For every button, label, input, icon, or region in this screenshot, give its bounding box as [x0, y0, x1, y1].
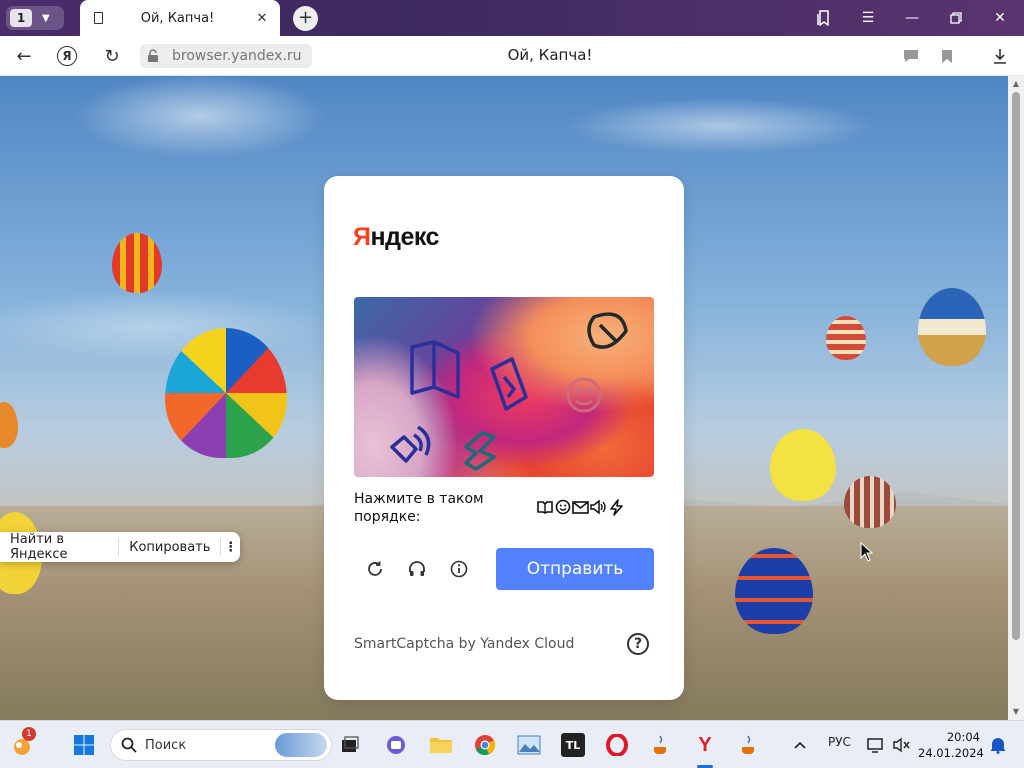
comment-icon[interactable]: [899, 44, 923, 68]
scroll-up-icon[interactable]: ▲: [1012, 80, 1020, 88]
task-view-icon[interactable]: [336, 731, 364, 759]
page-title: Ой, Капча!: [507, 46, 593, 64]
bookmark-icon[interactable]: [935, 44, 959, 68]
menu-icon[interactable]: ☰: [856, 6, 880, 30]
chrome-icon[interactable]: [471, 731, 499, 759]
scrollbar-thumb[interactable]: [1012, 92, 1020, 640]
audio-headphones-icon[interactable]: [406, 558, 428, 580]
url-text: browser.yandex.ru: [172, 48, 302, 64]
smile-icon: [566, 377, 602, 413]
tab-count: 1: [10, 9, 32, 27]
volume-muted-icon[interactable]: [888, 731, 916, 759]
speaker-icon: [590, 498, 607, 516]
taskbar: 1 Поиск TL Y РУС 20:04 24.01.2024: [0, 720, 1024, 768]
minimize-icon[interactable]: —: [900, 6, 924, 30]
system-clock[interactable]: 20:04 24.01.2024: [918, 729, 984, 761]
network-icon[interactable]: [862, 731, 890, 759]
refresh-icon[interactable]: [364, 558, 386, 580]
lock-icon[interactable]: [144, 47, 162, 65]
balloon-image: [112, 233, 162, 293]
notifications-bell-icon[interactable]: [984, 731, 1012, 759]
new-tab-button[interactable]: +: [293, 6, 318, 31]
leaf-icon: [587, 312, 628, 349]
help-icon[interactable]: ?: [627, 633, 649, 655]
copy-item[interactable]: Копировать: [119, 540, 220, 555]
book-icon: [536, 498, 553, 516]
bookmarks-panel-icon[interactable]: [812, 6, 836, 30]
yandex-logo: Яндекс: [353, 223, 439, 251]
tl-app-icon[interactable]: TL: [559, 731, 587, 759]
taskbar-search[interactable]: Поиск: [110, 729, 332, 761]
captcha-instruction: Нажмите в таком порядке:: [354, 491, 484, 525]
captcha-image[interactable]: [354, 297, 654, 477]
book-icon: [410, 340, 460, 399]
file-explorer-icon[interactable]: [427, 731, 455, 759]
language-indicator[interactable]: РУС: [828, 735, 851, 749]
photos-icon[interactable]: [515, 731, 543, 759]
more-options-icon[interactable]: ⋮: [221, 540, 240, 555]
find-in-yandex-item[interactable]: Найти в Яндексе: [0, 532, 118, 562]
title-bar: 1 ▼ Ой, Капча! ✕ + ☰ — ✕: [0, 0, 1024, 36]
balloon-image: [826, 316, 866, 360]
tab-title: Ой, Капча!: [140, 10, 215, 26]
captcha-footer-text: SmartCaptcha by Yandex Cloud: [354, 636, 575, 652]
windows-start-icon[interactable]: [70, 731, 98, 759]
info-icon[interactable]: [448, 558, 470, 580]
balloon-image: [165, 328, 287, 458]
search-highlight-image: [275, 733, 327, 757]
submit-button[interactable]: Отправить: [496, 548, 654, 590]
icon-sequence: [536, 498, 625, 516]
url-field[interactable]: browser.yandex.ru: [140, 44, 312, 68]
active-tab[interactable]: Ой, Капча! ✕: [80, 0, 280, 36]
balloon-image: [770, 429, 836, 501]
chevron-up-icon[interactable]: [786, 731, 814, 759]
captcha-card: Яндекс Нажмите в таком порядке: Отправит…: [324, 176, 684, 700]
yandex-browser-icon[interactable]: Y: [691, 731, 719, 759]
clock-date: 24.01.2024: [918, 746, 984, 760]
tab-counter-button[interactable]: 1 ▼: [6, 6, 64, 30]
balloon-image: [918, 288, 986, 366]
search-placeholder: Поиск: [145, 737, 187, 753]
page-scrollbar[interactable]: ▲ ▼: [1008, 76, 1024, 720]
restore-icon[interactable]: [944, 6, 968, 30]
smile-icon: [554, 498, 571, 516]
notification-badge: 1: [22, 727, 36, 741]
yandex-button-icon[interactable]: Я: [57, 46, 77, 66]
opera-icon[interactable]: [603, 731, 631, 759]
java-icon[interactable]: [647, 731, 675, 759]
balloon-image: [0, 402, 18, 448]
speaker-icon: [390, 425, 431, 463]
back-arrow-icon[interactable]: ←: [12, 44, 36, 68]
close-window-icon[interactable]: ✕: [988, 6, 1012, 30]
balloon-image: [735, 548, 813, 634]
search-icon: [121, 737, 137, 753]
selection-context-menu: Найти в Яндексе Копировать ⋮: [0, 532, 240, 562]
scroll-down-icon[interactable]: ▼: [1012, 708, 1020, 716]
lightning-icon: [608, 498, 625, 516]
chevron-down-icon: ▼: [42, 12, 50, 24]
teams-chat-icon[interactable]: [382, 731, 410, 759]
clock-time: 20:04: [946, 730, 980, 744]
java-icon[interactable]: [735, 731, 763, 759]
address-bar: ← Я ↻ browser.yandex.ru Ой, Капча!: [0, 36, 1024, 76]
balloon-image: [844, 476, 896, 528]
document-icon: [94, 12, 103, 24]
captcha-tools: [364, 558, 470, 580]
close-tab-icon[interactable]: ✕: [252, 11, 272, 26]
download-icon[interactable]: [988, 44, 1012, 68]
reload-icon[interactable]: ↻: [100, 44, 124, 68]
lightning-icon: [464, 431, 496, 471]
envelope-icon: [572, 498, 589, 516]
bookmark-shape-icon: [490, 357, 528, 411]
